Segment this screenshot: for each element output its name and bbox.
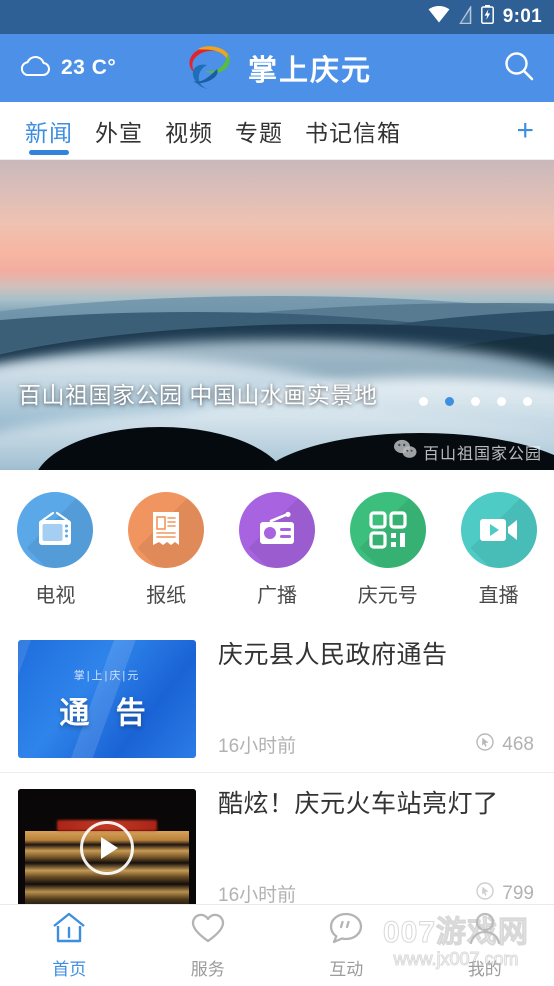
brand-name: 掌上庆元 (247, 55, 373, 87)
tab-label: 新闻 (25, 119, 73, 146)
banner-dot[interactable] (523, 397, 532, 406)
news-time: 16小时前 (218, 736, 297, 757)
swirl-logo-icon (182, 41, 238, 96)
banner-watermark: 百山祖国家公园 (393, 439, 542, 464)
app-header: 23 C° 掌上庆元 (0, 34, 554, 102)
quick-link-qingyuanhao[interactable]: 庆元号 (332, 492, 443, 608)
add-tab-button[interactable]: + (516, 115, 540, 146)
wechat-icon (393, 439, 417, 464)
nav-item-profile[interactable]: 我的 (416, 911, 554, 980)
tab-news[interactable]: 新闻 (14, 102, 84, 159)
quick-link-radio[interactable]: 广播 (222, 492, 333, 608)
quick-link-tv[interactable]: 电视 (0, 492, 111, 608)
news-item[interactable]: 酷炫！庆元火车站亮灯了 16小时前 799 (0, 773, 554, 922)
view-count-icon (475, 881, 495, 907)
news-thumbnail: 掌|上|庆|元 通 告 (18, 640, 196, 758)
quick-links-row: 电视 报纸 广播 庆元号 直播 (0, 470, 554, 624)
banner-dot[interactable] (497, 397, 506, 406)
person-icon (466, 911, 504, 950)
home-icon (50, 911, 88, 950)
weather-widget[interactable]: 23 C° (18, 54, 116, 83)
tab-label: 外宣 (95, 119, 143, 146)
tab-label: 书记信箱 (305, 119, 401, 146)
status-bar-time: 9:01 (502, 6, 542, 27)
heart-icon (189, 911, 227, 950)
banner-caption: 百山祖国家公园 中国山水画实景地 (18, 382, 378, 408)
signal-icon (458, 4, 472, 29)
nav-item-home[interactable]: 首页 (0, 911, 139, 980)
qrcode-icon (349, 492, 426, 568)
nav-label: 服务 (190, 960, 225, 979)
brand: 掌上庆元 (182, 41, 372, 96)
hero-banner[interactable]: 百山祖国家公园 中国山水画实景地 百山祖国家公园 (0, 160, 554, 470)
video-camera-icon (460, 492, 537, 568)
news-views: 799 (475, 881, 534, 907)
chat-bubble-icon (327, 911, 365, 950)
news-meta: 16小时前 468 (218, 731, 536, 758)
category-tabbar: 新闻 外宣 视频 专题 书记信箱 + (0, 102, 554, 160)
nav-item-interaction[interactable]: 互动 (277, 911, 416, 980)
view-count-value: 468 (502, 733, 534, 755)
battery-charging-icon (480, 5, 494, 29)
bottom-navigation: 首页 服务 互动 我的 (0, 904, 554, 986)
newspaper-icon (128, 492, 205, 568)
tab-secretary-mailbox[interactable]: 书记信箱 (294, 102, 412, 159)
view-count-icon (475, 732, 495, 758)
thumbnail-title: 通 告 (59, 696, 155, 730)
news-views: 468 (475, 732, 534, 758)
tab-publicity[interactable]: 外宣 (84, 102, 154, 159)
quick-link-label: 直播 (478, 585, 519, 607)
radio-icon (238, 492, 315, 568)
wifi-icon (428, 6, 450, 28)
nav-label: 我的 (467, 960, 502, 979)
news-item[interactable]: 掌|上|庆|元 通 告 庆元县人民政府通告 16小时前 468 (0, 624, 554, 773)
tv-icon (17, 492, 94, 568)
thumbnail-subtitle: 掌|上|庆|元 (73, 669, 141, 682)
nav-label: 互动 (329, 960, 364, 979)
news-list: 掌|上|庆|元 通 告 庆元县人民政府通告 16小时前 468 酷炫！庆元火车站… (0, 624, 554, 922)
quick-link-live[interactable]: 直播 (443, 492, 554, 608)
news-thumbnail (18, 789, 196, 907)
cloud-icon (18, 54, 52, 83)
quick-link-label: 电视 (35, 585, 76, 607)
news-title: 酷炫！庆元火车站亮灯了 (218, 790, 499, 818)
nav-item-services[interactable]: 服务 (139, 911, 278, 980)
tab-label: 专题 (235, 119, 283, 146)
quick-link-label: 广播 (256, 585, 297, 607)
news-body: 庆元县人民政府通告 16小时前 468 (218, 640, 536, 758)
play-icon[interactable] (80, 821, 134, 875)
search-icon (502, 49, 536, 88)
banner-dot[interactable] (471, 397, 480, 406)
quick-link-newspaper[interactable]: 报纸 (111, 492, 222, 608)
app-root: 9:01 23 C° 掌上庆元 新闻 外宣 视频 专题 书记信箱 + 百山祖国家… (0, 0, 554, 986)
news-time: 16小时前 (218, 885, 297, 906)
quick-link-label: 庆元号 (357, 585, 418, 607)
banner-image (0, 160, 554, 470)
temperature-label: 23 C° (61, 56, 117, 79)
news-meta: 16小时前 799 (218, 880, 536, 907)
tab-video[interactable]: 视频 (154, 102, 224, 159)
banner-dot[interactable] (419, 397, 428, 406)
tab-topic[interactable]: 专题 (224, 102, 294, 159)
banner-watermark-text: 百山祖国家公园 (422, 445, 542, 463)
nav-label: 首页 (52, 960, 87, 979)
banner-dot-active[interactable] (445, 397, 454, 406)
news-body: 酷炫！庆元火车站亮灯了 16小时前 799 (218, 789, 536, 907)
quick-link-label: 报纸 (146, 585, 187, 607)
status-bar: 9:01 (0, 0, 554, 34)
news-title: 庆元县人民政府通告 (218, 641, 448, 669)
tab-label: 视频 (165, 119, 213, 146)
view-count-value: 799 (502, 882, 534, 904)
banner-pagination[interactable] (419, 397, 532, 406)
search-button[interactable] (502, 49, 536, 88)
